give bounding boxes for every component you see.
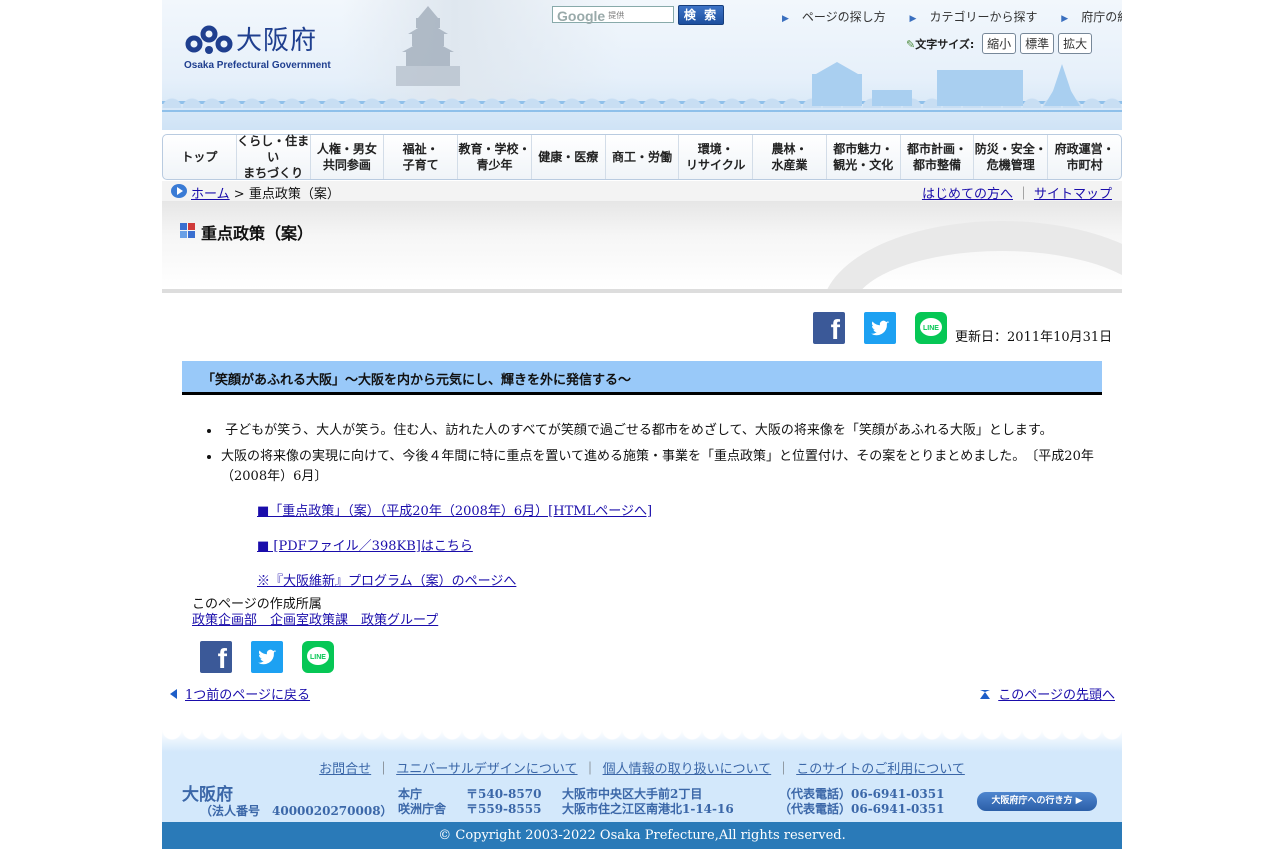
site-search-input[interactable]: Google 提供 [552,6,674,24]
nav-commerce[interactable]: 商工・労働 [606,135,680,179]
nav-top[interactable]: トップ [163,135,237,179]
nav-disaster[interactable]: 防災・安全・ 危機管理 [974,135,1049,179]
site-usage-link[interactable]: このサイトのご利用について [796,762,965,777]
nav-administration[interactable]: 府政運営・ 市町村 [1048,135,1121,179]
access-button[interactable]: 大阪府庁への行き方 ▶ [977,792,1097,811]
office-addresses: 大阪市中央区大手前2丁目 大阪市住之江区南港北1-14-16 [562,787,734,816]
list-item: 大阪の将来像の実現に向けて、今後４年間に特に重点を置いて進める施策・事業を「重点… [221,447,1100,487]
nav-living[interactable]: くらし・住まい まちづくり [237,134,311,180]
section-heading: 「笑顔があふれる大阪」～大阪を内から元気にし、輝きを外に発信する～ [182,361,1102,395]
arrow-right-icon: ▶ [1061,14,1069,24]
contact-link[interactable]: お問合せ [319,762,371,777]
office-names: 本庁 咲洲庁舎 [398,787,447,816]
font-size-control: ✎文字サイズ: 縮小 標準 拡大 [906,33,1093,54]
breadcrumb: ホーム > 重点政策（案） はじめての方へ｜サイトマップ [162,181,1122,202]
osaka-castle-illustration [396,6,460,86]
title-band: 重点政策（案） [162,201,1122,293]
font-standard-button[interactable]: 標準 [1020,33,1055,54]
sitemap-link[interactable]: サイトマップ [1034,187,1112,202]
privacy-link[interactable]: 個人情報の取り扱いについて [603,762,772,777]
header-links: ▶ページの探し方 ▶カテゴリーから探す ▶府庁の組織から探す [762,8,1122,25]
twitter-icon[interactable] [251,641,283,673]
page-owner: このページの作成所属 政策企画部 企画室政策課 政策グループ [192,597,438,629]
arrow-left-icon [170,689,177,699]
global-nav: トップ くらし・住まい まちづくり 人権・男女 共同参画 福祉・ 子育て 教育・… [162,134,1122,180]
corporate-number: （法人番号 4000020270008） [200,804,393,818]
logo-name: 大阪府 [236,26,318,56]
page: 大阪府 Osaka Prefectural Government Google … [162,0,1122,849]
search-button[interactable]: 検 索 [678,5,724,25]
nav-culture[interactable]: 都市魅力・ 観光・文化 [827,135,901,179]
city-skyline-illustration [812,62,1080,106]
updated-date: 更新日：2011年10月31日 [955,330,1113,345]
font-enlarge-button[interactable]: 拡大 [1058,33,1093,54]
html-page-link[interactable]: ■「重点政策」（案）（平成20年（2008年）6月）[HTMLページへ] [257,500,652,519]
office-phones: （代表電話）06-6941-0351 （代表電話）06-6941-0351 [779,787,945,816]
nav-urban-planning[interactable]: 都市計画・ 都市整備 [901,135,975,179]
page-title: 重点政策（案） [201,224,314,243]
office-zips: 〒540-8570 〒559-8555 [466,787,542,816]
social-share-bottom: LINE [200,641,334,675]
arrow-right-icon: ▶ [782,14,789,24]
list-item: 子どもが笑う、大人が笑う。住む人、訪れた人のすべてが笑顔で過ごせる都市をめざして… [221,418,1100,444]
footer-links: お問合せ｜ユニバーサルデザインについて｜個人情報の取り扱いについて｜このサイトの… [319,762,965,777]
line-icon[interactable]: LINE [302,641,334,673]
arrow-up-icon [980,690,991,699]
svg-text:LINE: LINE [923,325,939,332]
site-footer: お問合せ｜ユニバーサルデザインについて｜個人情報の取り扱いについて｜このサイトの… [162,730,1122,822]
font-shrink-button[interactable]: 縮小 [982,33,1017,54]
nav-human-rights[interactable]: 人権・男女 共同参画 [311,135,385,179]
facebook-icon[interactable] [200,641,232,675]
svg-text:LINE: LINE [310,654,326,661]
owner-link[interactable]: 政策企画部 企画室政策課 政策グループ [192,613,438,628]
pdf-link[interactable]: ■ [PDFファイル／398KB]はこちら [257,535,652,554]
document-links: ■「重点政策」（案）（平成20年（2008年）6月）[HTMLページへ] ■ [… [257,500,652,605]
find-page-link[interactable]: ▶ ページの探し方 [772,10,886,24]
breadcrumb-current: 重点政策（案） [248,187,340,202]
back-link[interactable]: 1つ前のページに戻る [185,688,310,703]
page-top-link[interactable]: このページの先頭へ [998,688,1115,703]
first-time-link[interactable]: はじめての方へ [922,187,1013,202]
osaka-emblem-icon [185,25,233,54]
osaka-ishin-program-link[interactable]: ※『大阪維新』プログラム（案）のページへ [257,570,652,589]
facebook-icon[interactable] [813,312,845,346]
nav-agriculture[interactable]: 農林・ 水産業 [753,135,827,179]
owner-label: このページの作成所属 [192,597,322,612]
copyright: © Copyright 2003-2022 Osaka Prefecture,A… [162,822,1122,849]
nav-health[interactable]: 健康・医療 [532,135,606,179]
pen-icon: ✎ [906,38,916,51]
line-icon[interactable]: LINE [915,312,947,344]
site-logo[interactable]: 大阪府 Osaka Prefectural Government [184,20,331,72]
site-header: 大阪府 Osaka Prefectural Government Google … [162,0,1122,130]
find-by-organization-link[interactable]: ▶府庁の組織から探す [1051,10,1122,24]
universal-design-link[interactable]: ユニバーサルデザインについて [396,762,577,777]
twitter-icon[interactable] [864,312,896,344]
title-squares-icon [180,223,196,239]
font-size-label: 文字サイズ: [915,38,975,51]
arrow-right-icon: ▶ [909,14,917,24]
breadcrumb-home-link[interactable]: ホーム [191,187,230,202]
find-by-category-link[interactable]: ▶ カテゴリーから探す [900,10,1038,24]
nav-education[interactable]: 教育・学校・ 青少年 [458,135,532,179]
content-list: 子どもが笑う、大人が笑う。住む人、訪れた人のすべてが笑顔で過ごせる都市をめざして… [200,418,1100,487]
home-arrow-icon [171,184,187,198]
social-share-top: LINE [813,312,947,346]
nav-environment[interactable]: 環境・ リサイクル [679,135,754,179]
arrow-right-icon: ▶ [1075,796,1083,806]
logo-english: Osaka Prefectural Government [184,60,331,71]
nav-welfare[interactable]: 福祉・ 子育て [384,135,459,179]
